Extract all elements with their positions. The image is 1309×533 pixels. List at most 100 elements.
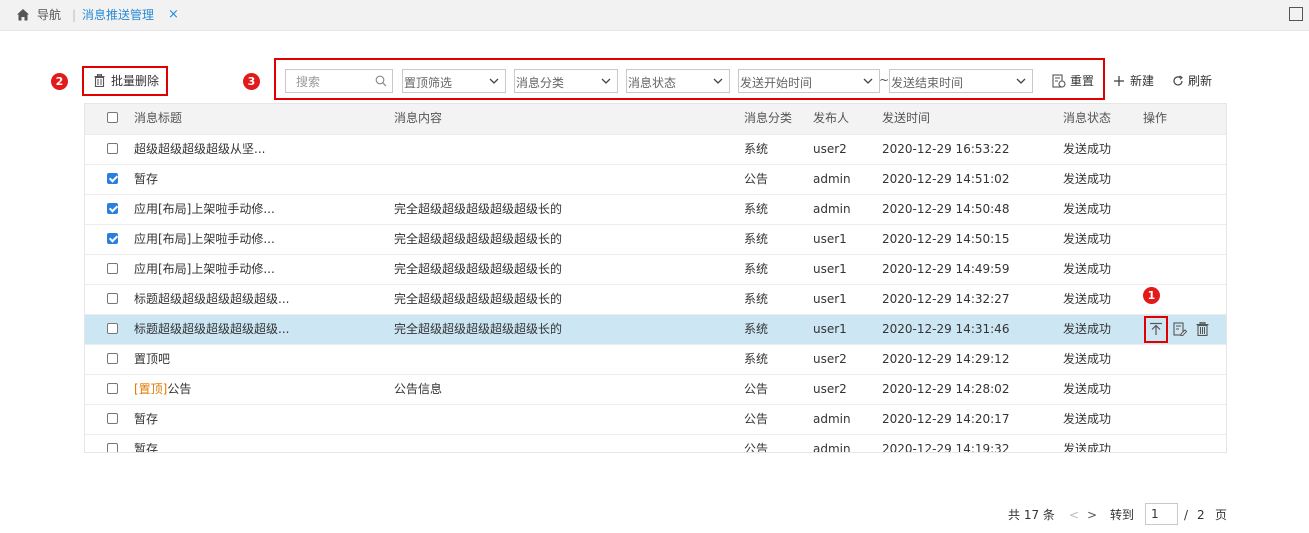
row-checkbox[interactable] bbox=[107, 293, 118, 304]
page-number-input[interactable]: 1 bbox=[1145, 503, 1178, 525]
table-row[interactable]: 应用[布局]上架啦手动修... 完全超级超级超级超级超级长的 系统 admin 2020… bbox=[85, 194, 1226, 224]
search-icon[interactable] bbox=[375, 75, 387, 87]
pager-prev-icon[interactable]: < bbox=[1069, 507, 1079, 523]
row-title-text: 应用[布局]上架啦手动修... bbox=[134, 262, 275, 276]
edit-icon[interactable] bbox=[1173, 322, 1187, 336]
row-title-text: 暂存 bbox=[134, 172, 159, 186]
table-row[interactable]: 暂存 公告 admin 2020-12-29 14:51:02 发送成功 bbox=[85, 164, 1226, 194]
table-row[interactable]: 应用[布局]上架啦手动修... 完全超级超级超级超级超级长的 系统 user1 2020… bbox=[85, 224, 1226, 254]
row-publisher: user2 bbox=[813, 352, 847, 366]
table-row[interactable]: 标题超级超级超级超级超级... 完全超级超级超级超级超级长的 系统 user1 2020… bbox=[85, 314, 1226, 344]
chevron-down-icon bbox=[601, 78, 611, 84]
row-title[interactable]: [置顶]公告 bbox=[134, 375, 191, 404]
row-title-text: 暂存 bbox=[134, 442, 159, 453]
row-publisher: user2 bbox=[813, 382, 847, 396]
row-checkbox[interactable] bbox=[107, 353, 118, 364]
row-category: 系统 bbox=[744, 322, 769, 336]
row-title[interactable]: 暂存 bbox=[134, 405, 158, 434]
row-checkbox[interactable] bbox=[107, 173, 118, 184]
row-title-text: 标题超级超级超级超级超级... bbox=[134, 322, 290, 336]
status-filter-select[interactable]: 消息状态 bbox=[626, 69, 730, 93]
table-row[interactable]: 暂存 公告 admin 2020-12-29 14:20:17 发送成功 bbox=[85, 404, 1226, 434]
annotation-badge-3: 3 bbox=[243, 73, 260, 90]
row-title-text: 暂存 bbox=[134, 412, 159, 426]
row-category: 公告 bbox=[744, 382, 769, 396]
row-title[interactable]: 暂存 bbox=[134, 165, 158, 194]
pager-slash: / bbox=[1184, 508, 1189, 522]
pager-next-icon[interactable]: > bbox=[1087, 507, 1097, 523]
tab-message-push[interactable]: 消息推送管理 bbox=[82, 0, 154, 30]
header-publisher[interactable]: 发布人 bbox=[813, 104, 849, 133]
table-row[interactable]: 标题超级超级超级超级超级... 完全超级超级超级超级超级长的 系统 user1 2020… bbox=[85, 284, 1226, 314]
header-category[interactable]: 消息分类 bbox=[744, 104, 792, 133]
row-publisher: admin bbox=[813, 202, 851, 216]
header-status[interactable]: 消息状态 bbox=[1063, 104, 1111, 133]
table-row[interactable]: 应用[布局]上架啦手动修... 完全超级超级超级超级超级长的 系统 user1 2020… bbox=[85, 254, 1226, 284]
pin-to-top-icon[interactable] bbox=[1149, 322, 1163, 336]
table-row[interactable]: 暂存 公告 admin 2020-12-29 14:19:32 发送成功 bbox=[85, 434, 1226, 453]
row-title[interactable]: 应用[布局]上架啦手动修... bbox=[134, 255, 275, 284]
batch-delete-button[interactable]: 批量删除 bbox=[111, 73, 159, 89]
row-title[interactable]: 应用[布局]上架啦手动修... bbox=[134, 195, 275, 224]
search-input[interactable] bbox=[294, 71, 378, 93]
pager-page-unit: 页 bbox=[1215, 508, 1228, 522]
select-all-checkbox[interactable] bbox=[107, 112, 118, 123]
top-tab-bar: 导航 | 消息推送管理 × bbox=[0, 0, 1309, 31]
refresh-icon[interactable] bbox=[1172, 75, 1184, 87]
row-title[interactable]: 标题超级超级超级超级超级... bbox=[134, 315, 289, 344]
trash-icon bbox=[94, 74, 105, 87]
row-title-text: 标题超级超级超级超级超级... bbox=[134, 292, 290, 306]
end-time-select[interactable]: 发送结束时间 bbox=[889, 69, 1033, 93]
top-filter-select[interactable]: 置顶筛选 bbox=[402, 69, 506, 93]
row-title[interactable]: 超级超级超级超级从坚... bbox=[134, 135, 265, 164]
row-time: 2020-12-29 14:50:15 bbox=[882, 232, 1010, 246]
maximize-icon[interactable] bbox=[1289, 7, 1303, 21]
row-checkbox[interactable] bbox=[107, 233, 118, 244]
row-checkbox[interactable] bbox=[107, 323, 118, 334]
table-row[interactable]: 置顶吧 系统 user2 2020-12-29 14:29:12 发送成功 bbox=[85, 344, 1226, 374]
row-status: 发送成功 bbox=[1063, 352, 1112, 366]
header-content[interactable]: 消息内容 bbox=[394, 104, 442, 133]
row-checkbox[interactable] bbox=[107, 263, 118, 274]
row-title-text: 应用[布局]上架啦手动修... bbox=[134, 232, 275, 246]
row-checkbox[interactable] bbox=[107, 413, 118, 424]
row-time: 2020-12-29 14:20:17 bbox=[882, 412, 1010, 426]
row-content: 完全超级超级超级超级超级长的 bbox=[394, 292, 563, 306]
row-checkbox[interactable] bbox=[107, 443, 118, 452]
row-title[interactable]: 标题超级超级超级超级超级... bbox=[134, 285, 289, 314]
header-title[interactable]: 消息标题 bbox=[134, 104, 182, 133]
table-row[interactable]: [置顶]公告 公告信息 公告 user2 2020-12-29 14:28:02 发送成功 bbox=[85, 374, 1226, 404]
refresh-button[interactable]: 刷新 bbox=[1188, 73, 1212, 89]
row-content: 完全超级超级超级超级超级长的 bbox=[394, 202, 563, 216]
message-table: 消息标题 消息内容 消息分类 发布人 发送时间 消息状态 操作 超级超级超级超级… bbox=[84, 103, 1227, 453]
delete-icon[interactable] bbox=[1196, 322, 1209, 336]
row-category: 系统 bbox=[744, 262, 769, 276]
row-status: 发送成功 bbox=[1063, 232, 1112, 246]
reset-icon[interactable] bbox=[1052, 74, 1066, 88]
nav-tab[interactable]: 导航 bbox=[37, 0, 61, 30]
row-title[interactable]: 暂存 bbox=[134, 435, 159, 453]
reset-button[interactable]: 重置 bbox=[1070, 73, 1094, 89]
table-row[interactable]: 超级超级超级超级从坚... 系统 user2 2020-12-29 16:53:22 发… bbox=[85, 134, 1226, 164]
row-checkbox[interactable] bbox=[107, 143, 118, 154]
top-filter-value: 置顶筛选 bbox=[404, 76, 453, 90]
header-time[interactable]: 发送时间 bbox=[882, 104, 930, 133]
start-time-select[interactable]: 发送开始时间 bbox=[738, 69, 880, 93]
row-title-text: 置顶吧 bbox=[134, 352, 171, 366]
row-title[interactable]: 置顶吧 bbox=[134, 345, 170, 374]
tab-close-icon[interactable]: × bbox=[168, 0, 179, 30]
home-icon[interactable] bbox=[16, 8, 30, 22]
row-time: 2020-12-29 14:31:46 bbox=[882, 322, 1010, 336]
add-button[interactable]: 新建 bbox=[1130, 73, 1154, 89]
category-filter-select[interactable]: 消息分类 bbox=[514, 69, 618, 93]
plus-icon[interactable] bbox=[1113, 75, 1125, 87]
row-checkbox[interactable] bbox=[107, 383, 118, 394]
row-status: 发送成功 bbox=[1063, 142, 1112, 156]
end-time-value: 发送结束时间 bbox=[891, 76, 964, 90]
search-box[interactable] bbox=[285, 69, 393, 93]
row-time: 2020-12-29 14:51:02 bbox=[882, 172, 1010, 186]
row-content: 完全超级超级超级超级超级长的 bbox=[394, 322, 563, 336]
row-checkbox[interactable] bbox=[107, 203, 118, 214]
row-title[interactable]: 应用[布局]上架啦手动修... bbox=[134, 225, 275, 254]
row-status: 发送成功 bbox=[1063, 262, 1112, 276]
